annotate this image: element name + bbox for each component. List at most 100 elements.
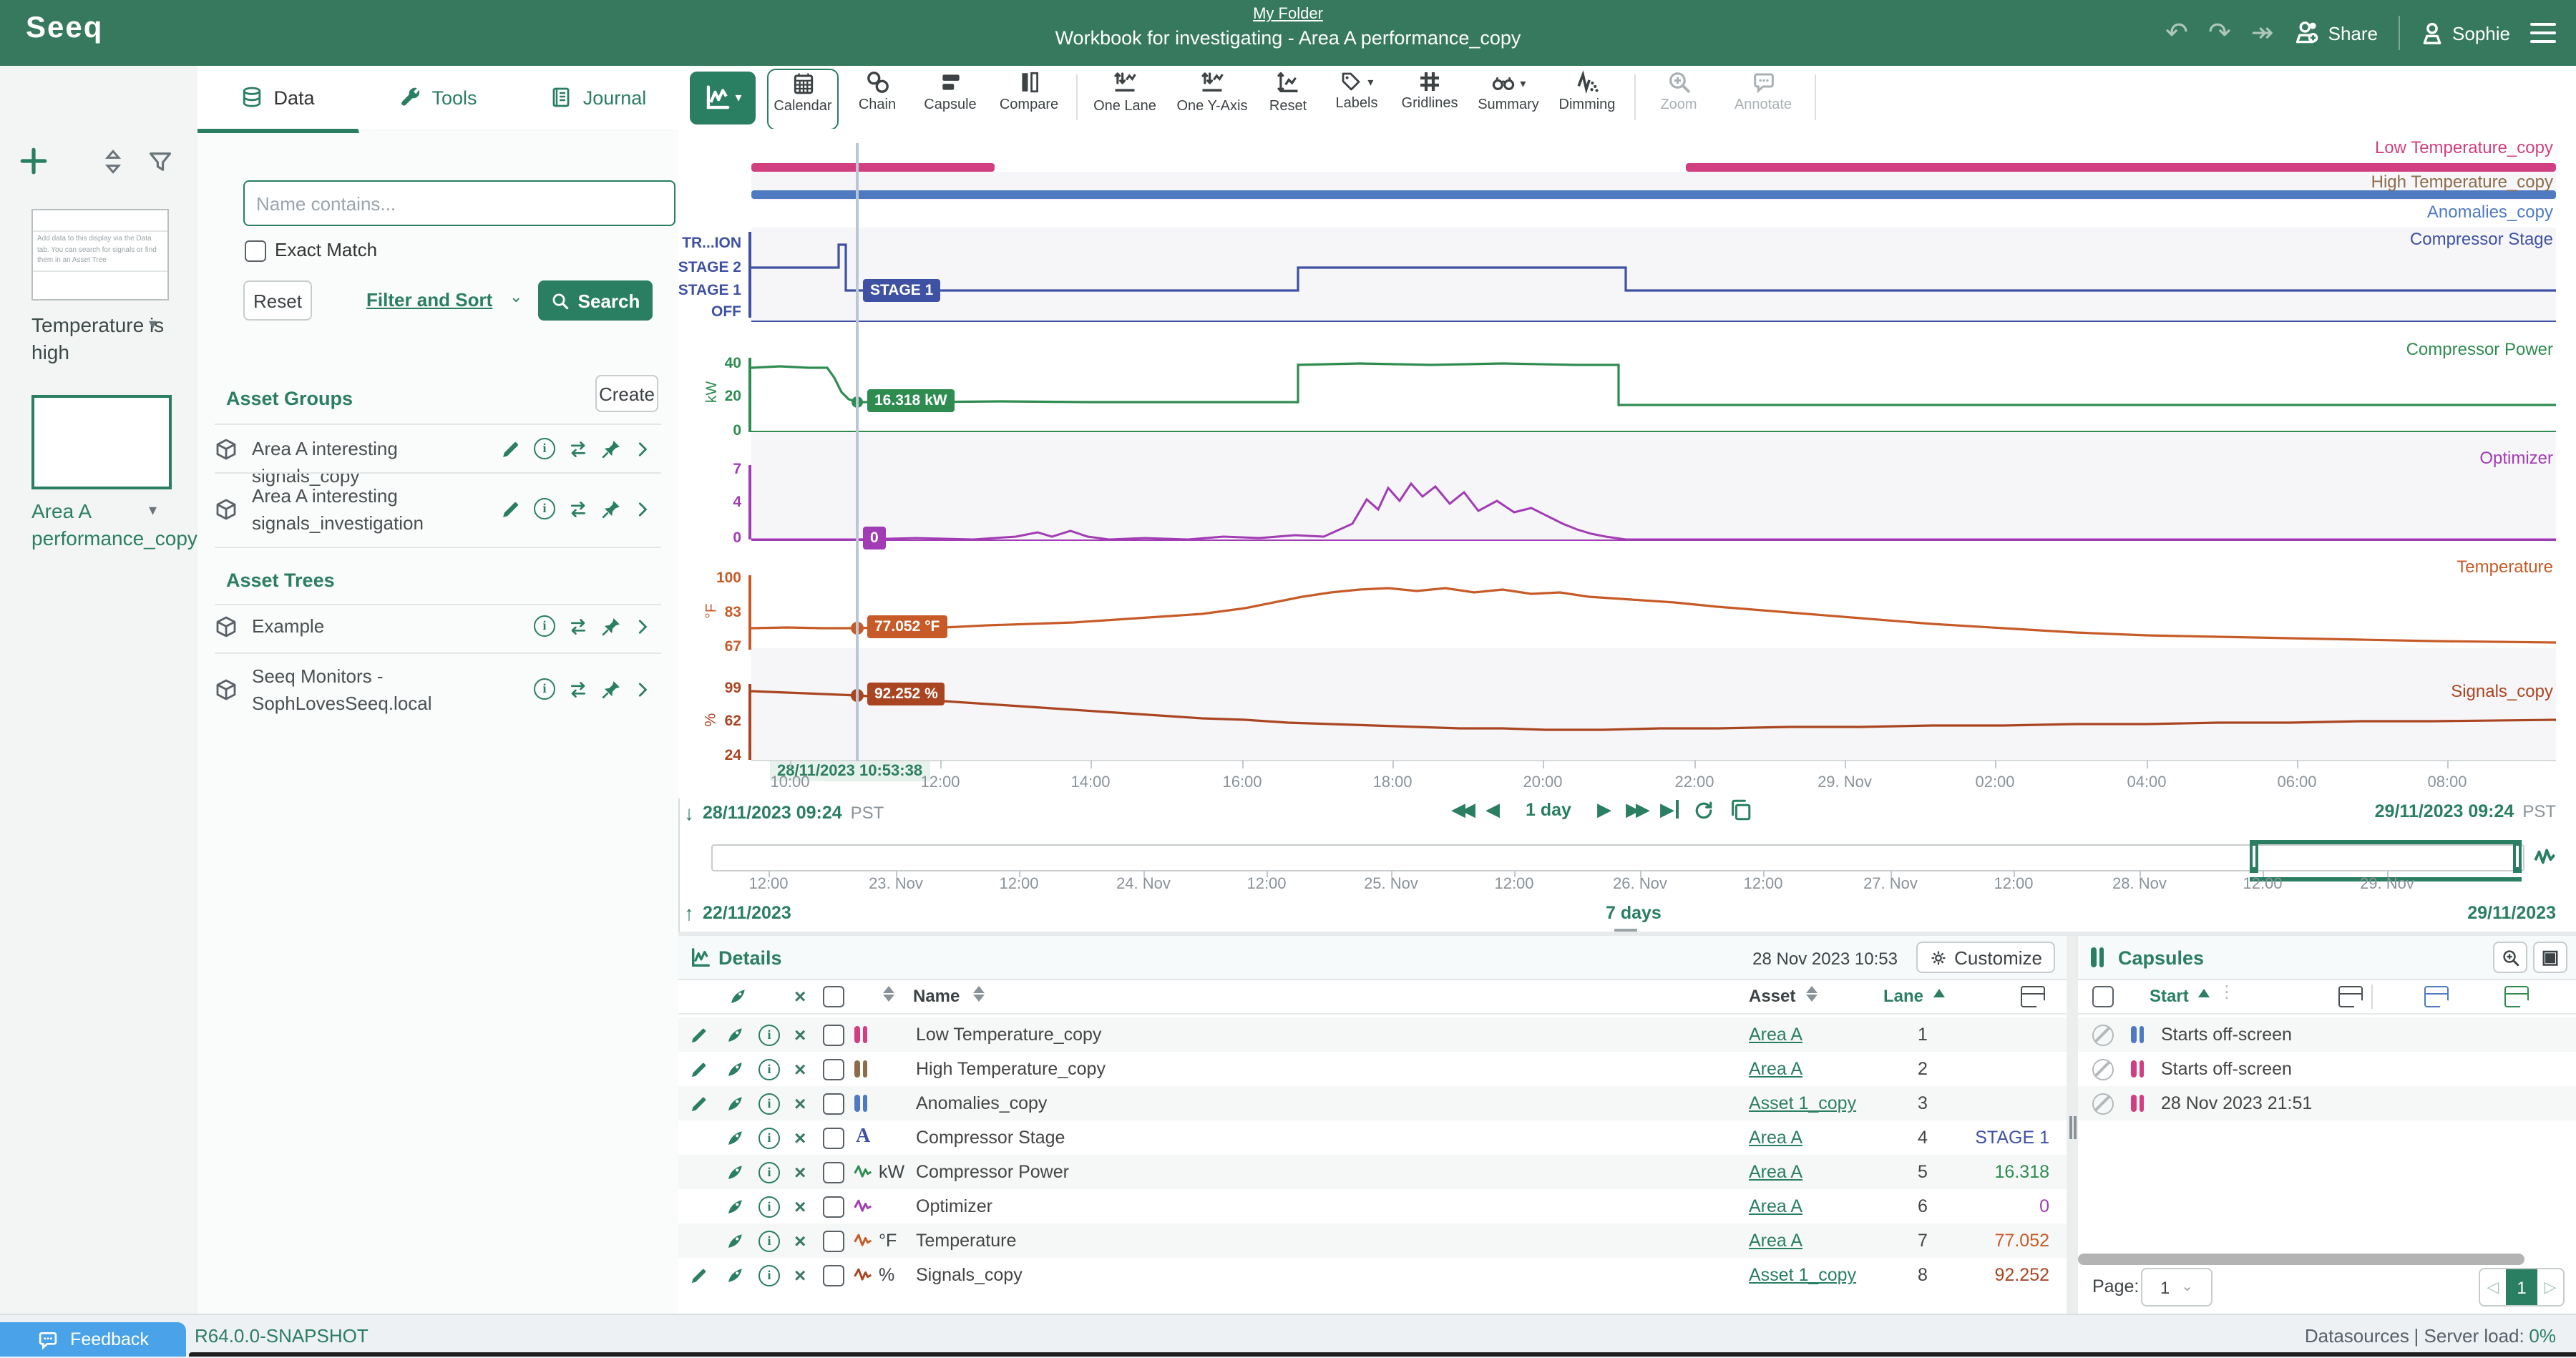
info-icon[interactable]: i <box>758 1161 780 1183</box>
remove-icon[interactable]: × <box>794 1017 806 1052</box>
swap-icon[interactable] <box>568 679 588 699</box>
chevron-right-icon[interactable] <box>634 617 651 635</box>
lane-label[interactable]: Low Temperature_copy <box>2375 137 2553 157</box>
trend-rocket-icon[interactable] <box>726 1025 744 1044</box>
remove-icon[interactable]: × <box>794 1258 806 1292</box>
row-checkbox[interactable] <box>823 1161 844 1183</box>
forward-share-icon[interactable]: ↠ <box>2251 19 2274 47</box>
user-menu[interactable]: Sophie <box>2419 21 2510 45</box>
row-checkbox[interactable] <box>823 1127 844 1148</box>
edit-pencil-icon[interactable] <box>690 1266 708 1284</box>
step-forward-icon[interactable]: ▶ <box>1597 798 1611 821</box>
info-icon[interactable]: i <box>758 1196 780 1217</box>
add-stat-column-green-icon[interactable] <box>2504 986 2528 1007</box>
details-row[interactable]: i × A Compressor Stage Area A 4 STAGE 1 <box>678 1120 2067 1155</box>
item-name[interactable]: Compressor Stage <box>916 1120 1065 1155</box>
tab-data[interactable]: Data <box>197 66 359 133</box>
toolbar-calendar-button[interactable]: Calendar <box>767 69 839 130</box>
column-lane-sorted[interactable]: Lane <box>1883 986 1923 1006</box>
capsules-collapse-button[interactable]: ▣ <box>2533 942 2567 973</box>
toolbar-compare-button[interactable]: Compare <box>993 70 1065 127</box>
toolbar-labels-button[interactable]: ▾ Labels <box>1325 70 1388 127</box>
info-icon[interactable]: i <box>758 1230 780 1251</box>
tab-tools[interactable]: Tools <box>358 66 519 129</box>
info-icon[interactable]: i <box>534 678 555 700</box>
column-options-dots-icon[interactable]: ⋮ <box>2218 982 2235 1002</box>
toolbar-summary-button[interactable]: ▾ Summary <box>1471 70 1546 127</box>
view-mode-dropdown[interactable]: ▾ <box>690 72 756 124</box>
select-all-capsules-checkbox[interactable] <box>2092 986 2114 1007</box>
edit-pencil-icon[interactable] <box>690 1060 708 1078</box>
edit-pencil-icon[interactable] <box>501 439 521 459</box>
row-checkbox[interactable] <box>823 1196 844 1217</box>
toolbar-one-lane-button[interactable]: One Lane <box>1088 70 1162 127</box>
lane-label[interactable]: High Temperature_copy <box>2371 172 2553 192</box>
lane-label[interactable]: Signals_copy <box>2451 681 2553 701</box>
filter-and-sort-link[interactable]: Filter and Sort <box>366 289 492 311</box>
item-name[interactable]: Anomalies_copy <box>916 1086 1047 1120</box>
chevron-right-icon[interactable] <box>634 680 651 698</box>
capsule-bar-anomalies[interactable] <box>751 190 2556 199</box>
swap-icon[interactable] <box>568 439 588 459</box>
pin-icon[interactable] <box>601 439 621 459</box>
info-icon[interactable]: i <box>534 498 555 519</box>
pin-icon[interactable] <box>601 616 621 636</box>
details-row[interactable]: i × High Temperature_copy Area A 2 <box>678 1052 2067 1086</box>
sort-icon[interactable] <box>883 986 894 1002</box>
capsule-bar-low-temperature[interactable] <box>1686 163 2556 172</box>
trend-rocket-icon[interactable] <box>726 1163 744 1181</box>
chevron-right-icon[interactable] <box>634 500 651 517</box>
add-worksheet-icon[interactable] <box>19 146 49 176</box>
capsule-row[interactable]: Starts off-screen <box>2078 1052 2576 1086</box>
remove-all-icon[interactable]: × <box>794 986 806 1006</box>
exact-match-checkbox[interactable] <box>245 240 266 262</box>
range-start-arrow-icon[interactable]: ↓ <box>684 801 694 824</box>
range-end-value[interactable]: 29/11/2023 09:24 <box>2375 801 2514 821</box>
investigate-duration[interactable]: 7 days <box>1606 903 1662 923</box>
info-icon[interactable]: i <box>758 1058 780 1080</box>
trend-all-icon[interactable] <box>728 987 747 1006</box>
item-name[interactable]: Low Temperature_copy <box>916 1017 1101 1052</box>
toolbar-annotate-button-disabled[interactable]: Annotate <box>1723 70 1803 127</box>
reorder-worksheets-icon[interactable] <box>100 149 126 175</box>
toolbar-capsule-button[interactable]: Capsule <box>916 70 985 127</box>
add-column-icon[interactable] <box>2021 986 2045 1007</box>
feedback-button[interactable]: Feedback <box>0 1322 186 1357</box>
trend-rocket-icon[interactable] <box>726 1197 744 1216</box>
asset-link[interactable]: Area A <box>1749 1017 1802 1052</box>
row-checkbox[interactable] <box>823 1093 844 1114</box>
item-name[interactable]: High Temperature_copy <box>916 1052 1106 1086</box>
toolbar-chain-button[interactable]: Chain <box>847 70 907 127</box>
create-asset-group-button[interactable]: Create <box>595 375 658 412</box>
toolbar-one-y-axis-button[interactable]: One Y-Axis <box>1171 70 1254 127</box>
item-name[interactable]: Signals_copy <box>916 1258 1023 1292</box>
pin-icon[interactable] <box>601 499 621 519</box>
asset-link[interactable]: Asset 1_copy <box>1749 1258 1856 1292</box>
info-icon[interactable]: i <box>758 1127 780 1148</box>
tab-journal[interactable]: Journal <box>518 66 680 129</box>
selection-right-handle[interactable] <box>2513 840 2522 873</box>
column-start-sorted[interactable]: Start <box>2150 986 2189 1006</box>
asset-group-name[interactable]: Area A interesting signals_copy <box>252 436 495 490</box>
asset-tree-name[interactable]: Seeq Monitors - SophLovesSeeq.local <box>252 664 509 718</box>
lane-label[interactable]: Anomalies_copy <box>2427 202 2553 222</box>
details-row[interactable]: i × % Signals_copy Asset 1_copy 8 92.252 <box>678 1258 2067 1292</box>
asset-group-name[interactable]: Area A interesting signals_investigation <box>252 484 495 537</box>
page-next-icon[interactable]: ▷ <box>2537 1278 2563 1296</box>
remove-icon[interactable]: × <box>794 1052 806 1086</box>
hamburger-menu-icon[interactable] <box>2530 18 2556 49</box>
toolbar-reset-button[interactable]: Reset <box>1259 70 1317 127</box>
capsule-row[interactable]: Starts off-screen <box>2078 1017 2576 1052</box>
trend-rocket-icon[interactable] <box>726 1128 744 1147</box>
selection-left-handle[interactable] <box>2250 840 2258 873</box>
info-icon[interactable]: i <box>534 438 555 459</box>
remove-icon[interactable]: × <box>794 1120 806 1155</box>
pin-icon[interactable] <box>601 679 621 699</box>
remove-icon[interactable]: × <box>794 1189 806 1223</box>
asset-link[interactable]: Area A <box>1749 1223 1802 1258</box>
trend-rocket-icon[interactable] <box>726 1266 744 1284</box>
select-all-checkbox[interactable] <box>823 986 844 1007</box>
range-duration[interactable]: 1 day <box>1526 800 1571 820</box>
trend-rocket-icon[interactable] <box>726 1060 744 1078</box>
lane-label[interactable]: Compressor Power <box>2406 339 2553 359</box>
